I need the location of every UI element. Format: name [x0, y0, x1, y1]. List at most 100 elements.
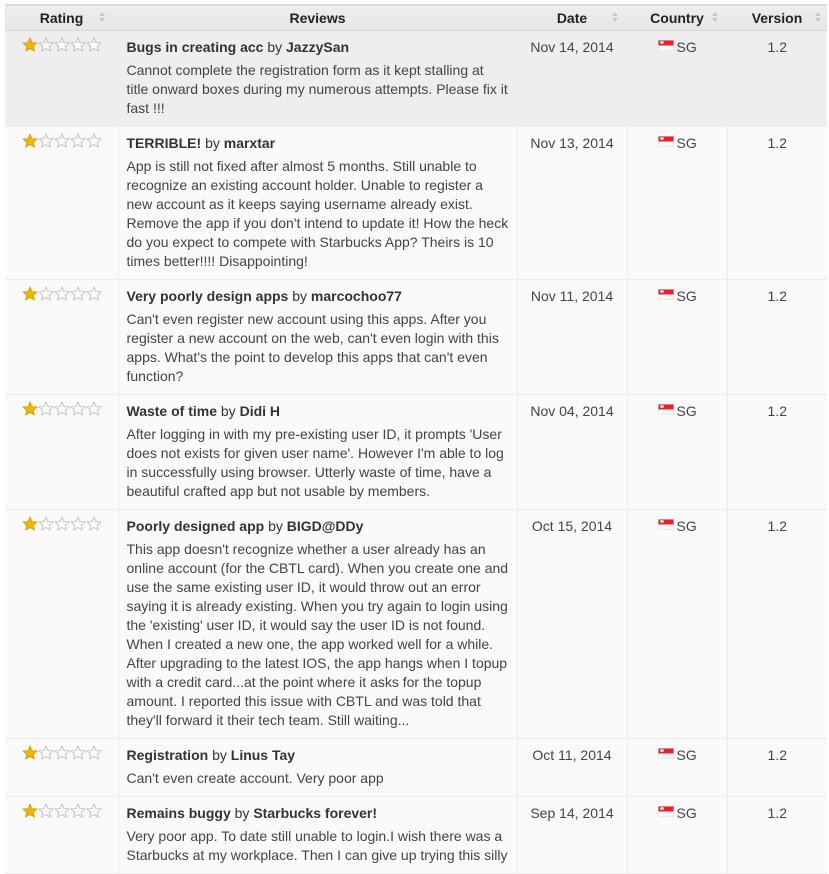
column-header-country[interactable]: Country — [627, 4, 727, 31]
column-header-reviews: Reviews — [118, 4, 517, 31]
review-heading: Very poorly design apps by marcochoo77 — [127, 287, 509, 306]
country-cell: SG — [627, 738, 728, 797]
star-filled-icon — [22, 37, 38, 52]
star-filled-icon — [22, 803, 38, 818]
rating-cell — [5, 126, 119, 280]
review-heading: TERRIBLE! by marxtar — [127, 134, 509, 153]
review-body: Can't even register new account using th… — [126, 311, 499, 384]
review-cell: Poorly designed app by BIGD@DDy This app … — [118, 509, 518, 739]
table-row[interactable]: Registration by Linus Tay Can't even crea… — [5, 738, 827, 797]
country-cell: SG — [627, 509, 728, 739]
star-empty-icon — [38, 286, 54, 301]
review-heading: Remains buggy by Starbucks forever! — [127, 804, 509, 823]
review-author: JazzySan — [286, 39, 350, 55]
column-header-label: Rating — [39, 10, 84, 26]
app-version: 1.2 — [727, 738, 827, 797]
column-header-date[interactable]: Date — [517, 4, 627, 31]
country-cell: SG — [627, 279, 728, 395]
app-version: 1.2 — [727, 30, 827, 127]
review-body: After logging in with my pre-existing us… — [126, 426, 504, 499]
star-rating — [22, 286, 102, 301]
country-cell: SG — [627, 796, 728, 874]
table-row[interactable]: TERRIBLE! by marxtar App is still not fix… — [5, 126, 827, 280]
table-row[interactable]: Waste of time by Didi H After logging in … — [5, 394, 827, 510]
table-header-row: Rating Reviews Date Country Version — [5, 4, 827, 31]
review-date: Nov 14, 2014 — [517, 30, 628, 127]
star-empty-icon — [54, 516, 70, 531]
star-empty-icon — [38, 133, 54, 148]
review-title: Remains buggy — [126, 805, 231, 821]
rating-cell — [5, 738, 119, 797]
review-cell: Remains buggy by Starbucks forever! Very … — [118, 796, 518, 874]
country-code: SG — [676, 135, 697, 151]
review-date: Oct 11, 2014 — [517, 738, 628, 797]
star-empty-icon — [86, 37, 102, 52]
star-rating — [22, 133, 102, 148]
app-version: 1.2 — [727, 279, 827, 395]
app-version: 1.2 — [727, 394, 827, 510]
review-title: TERRIBLE! — [126, 135, 202, 151]
star-empty-icon — [54, 286, 70, 301]
star-empty-icon — [70, 803, 86, 818]
review-date: Nov 04, 2014 — [517, 394, 628, 510]
review-body: Very poor app. To date still unable to l… — [126, 828, 508, 863]
singapore-flag-icon — [657, 136, 674, 147]
star-empty-icon — [70, 401, 86, 416]
sort-icon[interactable] — [99, 12, 106, 24]
review-author: marcochoo77 — [310, 288, 402, 304]
review-date: Oct 15, 2014 — [517, 509, 628, 739]
review-author: marxtar — [223, 135, 276, 151]
star-rating — [22, 401, 102, 416]
reviews-table: Rating Reviews Date Country Version Bugs in … — [5, 4, 827, 874]
by-label: by — [212, 747, 227, 763]
star-empty-icon — [86, 516, 102, 531]
column-header-version[interactable]: Version — [727, 4, 827, 31]
star-empty-icon — [38, 37, 54, 52]
review-author: Didi H — [239, 403, 281, 419]
singapore-flag-icon — [657, 404, 674, 415]
singapore-flag-icon — [657, 519, 674, 530]
star-empty-icon — [70, 37, 86, 52]
star-empty-icon — [38, 803, 54, 818]
by-label: by — [220, 403, 236, 419]
table-row[interactable]: Bugs in creating acc by JazzySan Cannot c… — [5, 30, 827, 127]
star-empty-icon — [86, 286, 102, 301]
review-title: Poorly designed app — [126, 518, 265, 534]
review-title: Registration — [126, 747, 209, 763]
star-filled-icon — [22, 745, 38, 760]
review-date: Sep 14, 2014 — [517, 796, 628, 874]
sort-icon[interactable] — [815, 12, 822, 24]
review-body: Can't even create account. Very poor app — [126, 770, 384, 786]
rating-cell — [5, 796, 119, 874]
country-code: SG — [676, 747, 697, 763]
review-author: BIGD@DDy — [286, 518, 364, 534]
table-row[interactable]: Remains buggy by Starbucks forever! Very … — [5, 796, 827, 874]
sort-icon[interactable] — [612, 12, 619, 24]
star-empty-icon — [86, 745, 102, 760]
sort-icon[interactable] — [712, 12, 719, 24]
table-row[interactable]: Very poorly design apps by marcochoo77 Ca… — [5, 279, 827, 395]
review-cell: Very poorly design apps by marcochoo77 Ca… — [118, 279, 518, 395]
reviews-table-container: Rating Reviews Date Country Version Bugs in … — [5, 4, 827, 874]
table-row[interactable]: Poorly designed app by BIGD@DDy This app … — [5, 509, 827, 739]
star-filled-icon — [22, 133, 38, 148]
star-empty-icon — [70, 133, 86, 148]
star-filled-icon — [22, 516, 38, 531]
review-author: Starbucks forever! — [253, 805, 378, 821]
review-date: Nov 11, 2014 — [517, 279, 628, 395]
review-cell: Bugs in creating acc by JazzySan Cannot c… — [118, 30, 518, 127]
column-header-label: Reviews — [289, 10, 346, 26]
app-version: 1.2 — [727, 509, 827, 739]
star-filled-icon — [22, 401, 38, 416]
star-empty-icon — [86, 803, 102, 818]
review-cell: Waste of time by Didi H After logging in … — [118, 394, 518, 510]
review-author: Linus Tay — [230, 747, 296, 763]
column-header-rating[interactable]: Rating — [5, 4, 118, 31]
star-empty-icon — [38, 745, 54, 760]
star-rating — [22, 516, 102, 531]
star-empty-icon — [70, 286, 86, 301]
rating-cell — [5, 279, 119, 395]
country-cell: SG — [627, 30, 728, 127]
review-date: Nov 13, 2014 — [517, 126, 628, 280]
country-code: SG — [676, 403, 697, 419]
